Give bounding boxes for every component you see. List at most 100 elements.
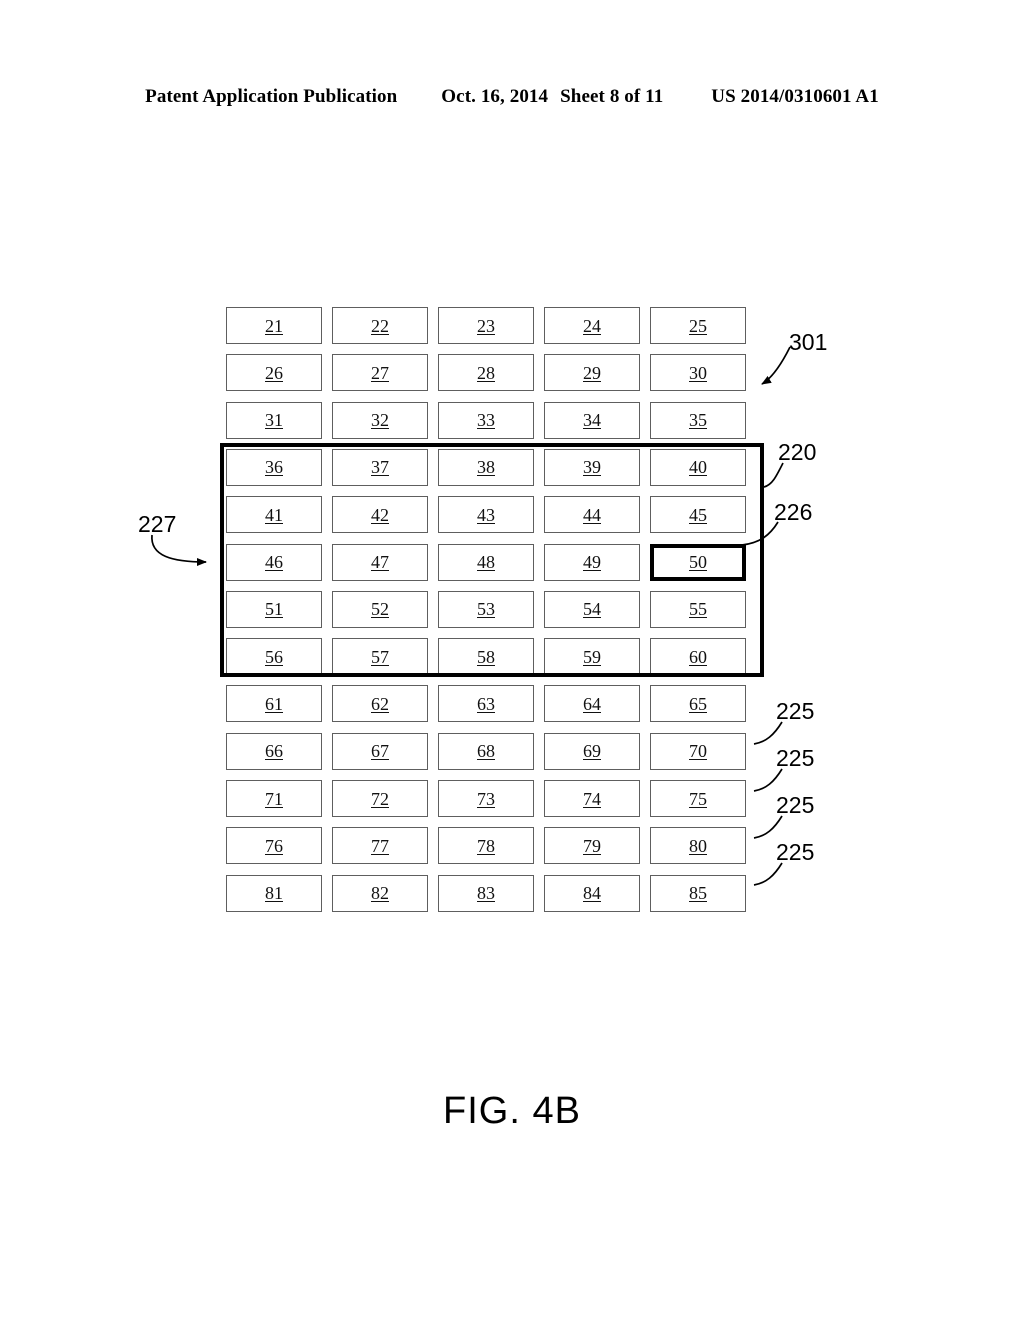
- grid-cell[interactable]: 32: [332, 401, 428, 439]
- grid-row: 46 47 48 49 50: [226, 543, 762, 581]
- grid-cell-label: 77: [371, 835, 389, 856]
- grid-cell[interactable]: 31: [226, 401, 322, 439]
- grid-cell-label: 22: [371, 315, 389, 336]
- grid-cell[interactable]: 60: [650, 638, 746, 676]
- grid-cell[interactable]: 26: [226, 354, 322, 392]
- reference-number-225-b: 225: [776, 745, 815, 771]
- grid-cell[interactable]: 69: [544, 732, 640, 770]
- grid-cell-label: 41: [265, 504, 283, 525]
- grid-cell[interactable]: 68: [438, 732, 534, 770]
- grid-cell[interactable]: 53: [438, 590, 534, 628]
- grid-cell[interactable]: 22: [332, 307, 428, 344]
- grid-row: 36 37 38 39 40: [226, 448, 762, 486]
- grid-cell-label: 74: [583, 788, 601, 809]
- grid-cell[interactable]: 63: [438, 685, 534, 723]
- grid-cell[interactable]: 35: [650, 401, 746, 439]
- grid-cell-label: 75: [689, 788, 707, 809]
- grid-cell[interactable]: 56: [226, 638, 322, 676]
- grid-cell-label: 36: [265, 457, 283, 478]
- grid-cell[interactable]: 76: [226, 827, 322, 865]
- grid-cell[interactable]: 28: [438, 354, 534, 392]
- grid-cell[interactable]: 39: [544, 448, 640, 486]
- grid-cell-label: 30: [689, 362, 707, 383]
- grid-cell-label: 73: [477, 788, 495, 809]
- grid-cell-label: 38: [477, 457, 495, 478]
- grid-cell-label: 78: [477, 835, 495, 856]
- grid-cell[interactable]: 61: [226, 685, 322, 723]
- grid-cell[interactable]: 36: [226, 448, 322, 486]
- grid-cell[interactable]: 24: [544, 307, 640, 344]
- grid-cell[interactable]: 48: [438, 543, 534, 581]
- grid-cell[interactable]: 59: [544, 638, 640, 676]
- grid-cell[interactable]: 65: [650, 685, 746, 723]
- grid-cell[interactable]: 79: [544, 827, 640, 865]
- grid-cell-label: 40: [689, 457, 707, 478]
- grid-cell[interactable]: 30: [650, 354, 746, 392]
- grid-cell[interactable]: 72: [332, 780, 428, 817]
- grid-cell[interactable]: 43: [438, 496, 534, 534]
- grid-cell[interactable]: 40: [650, 448, 746, 486]
- grid-cell-label: 85: [689, 883, 707, 904]
- grid-cell[interactable]: 71: [226, 780, 322, 817]
- grid-cell-label: 45: [689, 504, 707, 525]
- grid-cell[interactable]: 55: [650, 590, 746, 628]
- grid-cell[interactable]: 64: [544, 685, 640, 723]
- grid-cell-label: 49: [583, 552, 601, 572]
- grid-cell[interactable]: 83: [438, 874, 534, 912]
- grid-cell[interactable]: 46: [226, 543, 322, 581]
- grid-cell[interactable]: 49: [544, 543, 640, 581]
- reference-number-226: 226: [774, 499, 813, 525]
- grid-cell-label: 43: [477, 504, 495, 525]
- grid-cell-label: 35: [689, 410, 707, 431]
- grid-row: 26 27 28 29 30: [226, 354, 762, 392]
- grid-cell[interactable]: 74: [544, 780, 640, 817]
- grid-cell[interactable]: 82: [332, 874, 428, 912]
- grid-cell[interactable]: 54: [544, 590, 640, 628]
- grid-cell[interactable]: 44: [544, 496, 640, 534]
- grid-cell-label: 61: [265, 693, 283, 714]
- grid-cell[interactable]: 23: [438, 307, 534, 344]
- grid-cell[interactable]: 81: [226, 874, 322, 912]
- grid-cell-label: 67: [371, 741, 389, 762]
- grid-cell[interactable]: 78: [438, 827, 534, 865]
- grid-cell[interactable]: 34: [544, 401, 640, 439]
- grid-cell-label: 60: [689, 646, 707, 667]
- grid-cell[interactable]: 58: [438, 638, 534, 676]
- grid-cell-label: 62: [371, 693, 389, 714]
- grid-cell[interactable]: 37: [332, 448, 428, 486]
- grid-cell[interactable]: 85: [650, 874, 746, 912]
- grid-cell[interactable]: 66: [226, 732, 322, 770]
- grid-cell-label: 33: [477, 410, 495, 431]
- grid-cell[interactable]: 57: [332, 638, 428, 676]
- grid-cell[interactable]: 38: [438, 448, 534, 486]
- grid-cell[interactable]: 27: [332, 354, 428, 392]
- grid-cell[interactable]: 70: [650, 732, 746, 770]
- grid-cell[interactable]: 47: [332, 543, 428, 581]
- grid-cell[interactable]: 62: [332, 685, 428, 723]
- grid-cell[interactable]: 51: [226, 590, 322, 628]
- grid-cell-label: 80: [689, 835, 707, 856]
- grid-cell[interactable]: 25: [650, 307, 746, 344]
- grid-cell-label: 59: [583, 646, 601, 667]
- grid-cell[interactable]: 41: [226, 496, 322, 534]
- grid-cell-label: 28: [477, 362, 495, 383]
- grid-cell[interactable]: 33: [438, 401, 534, 439]
- grid-cell-selected[interactable]: 50: [650, 543, 746, 581]
- grid-cell[interactable]: 75: [650, 780, 746, 817]
- grid-cell[interactable]: 42: [332, 496, 428, 534]
- grid-cell[interactable]: 29: [544, 354, 640, 392]
- grid-cell-label: 57: [371, 646, 389, 667]
- grid-cell[interactable]: 80: [650, 827, 746, 865]
- grid-cell-label: 23: [477, 315, 495, 336]
- grid-cell[interactable]: 73: [438, 780, 534, 817]
- grid-cell[interactable]: 84: [544, 874, 640, 912]
- grid-cell[interactable]: 77: [332, 827, 428, 865]
- grid-cell[interactable]: 67: [332, 732, 428, 770]
- leader-301: [761, 346, 791, 385]
- grid-cell[interactable]: 52: [332, 590, 428, 628]
- grid-cell[interactable]: 45: [650, 496, 746, 534]
- grid-cell-label: 46: [265, 552, 283, 572]
- grid-cell-label: 51: [265, 599, 283, 620]
- reference-number-227: 227: [138, 511, 177, 537]
- grid-cell[interactable]: 21: [226, 307, 322, 344]
